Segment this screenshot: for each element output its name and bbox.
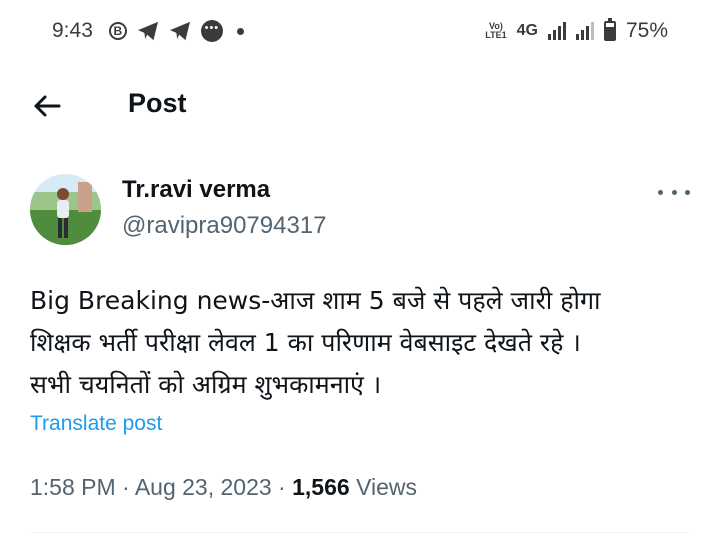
post-meta: 1:58 PM · Aug 23, 2023 · 1,566 Views xyxy=(30,474,417,501)
more-horizontal-icon xyxy=(671,189,677,195)
message-bubble-icon: ••• xyxy=(200,20,223,42)
arrow-left-icon xyxy=(34,95,61,117)
post-line: शिक्षक भर्ती परीक्षा लेवल 1 का परिणाम वे… xyxy=(30,328,581,357)
avatar[interactable] xyxy=(30,174,101,245)
status-left: 9:43 B ••• xyxy=(52,19,244,43)
telegram-icon xyxy=(169,20,191,42)
more-horizontal-icon xyxy=(658,189,663,195)
author-handle[interactable]: @ravipra90794317 xyxy=(122,212,327,240)
divider xyxy=(30,532,690,533)
avatar-image xyxy=(30,174,101,245)
signal-icon xyxy=(575,22,594,40)
battery-icon xyxy=(603,18,616,41)
b-circle-icon: B xyxy=(108,22,127,40)
more-options-button[interactable] xyxy=(658,182,690,202)
post-date[interactable]: Aug 23, 2023 xyxy=(135,474,272,500)
post-line: सभी चयनितों को अग्रिम शुभकामनाएं । xyxy=(30,370,382,399)
more-horizontal-icon xyxy=(685,189,690,195)
views-count[interactable]: 1,566 xyxy=(292,474,350,500)
signal-icon xyxy=(547,22,566,40)
author-name[interactable]: Tr.ravi verma xyxy=(122,176,270,204)
status-bar: 9:43 B ••• Vo) LTE1 4G 75% xyxy=(0,0,720,62)
translate-post-link[interactable]: Translate post xyxy=(30,412,162,436)
post-time: 1:58 PM xyxy=(30,474,116,500)
status-time: 9:43 xyxy=(52,19,93,42)
top-app-bar: Post xyxy=(0,72,720,138)
page-title: Post xyxy=(128,88,187,118)
post-text: Big Breaking news-आज शाम 5 बजे से पहले ज… xyxy=(30,280,695,406)
battery-fill xyxy=(605,27,614,39)
telegram-icon xyxy=(137,20,159,42)
views-label: Views xyxy=(349,474,418,500)
volte-icon: Vo) LTE1 xyxy=(485,21,507,40)
back-button[interactable] xyxy=(32,91,62,121)
notification-dot-icon xyxy=(236,27,244,35)
network-type: 4G xyxy=(516,22,538,39)
status-right: Vo) LTE1 4G 75% xyxy=(485,18,668,43)
meta-separator: · xyxy=(271,474,293,500)
meta-separator: · xyxy=(115,474,135,500)
post-line: Big Breaking news-आज शाम 5 बजे से पहले ज… xyxy=(30,286,601,315)
battery-percent: 75% xyxy=(625,19,668,42)
